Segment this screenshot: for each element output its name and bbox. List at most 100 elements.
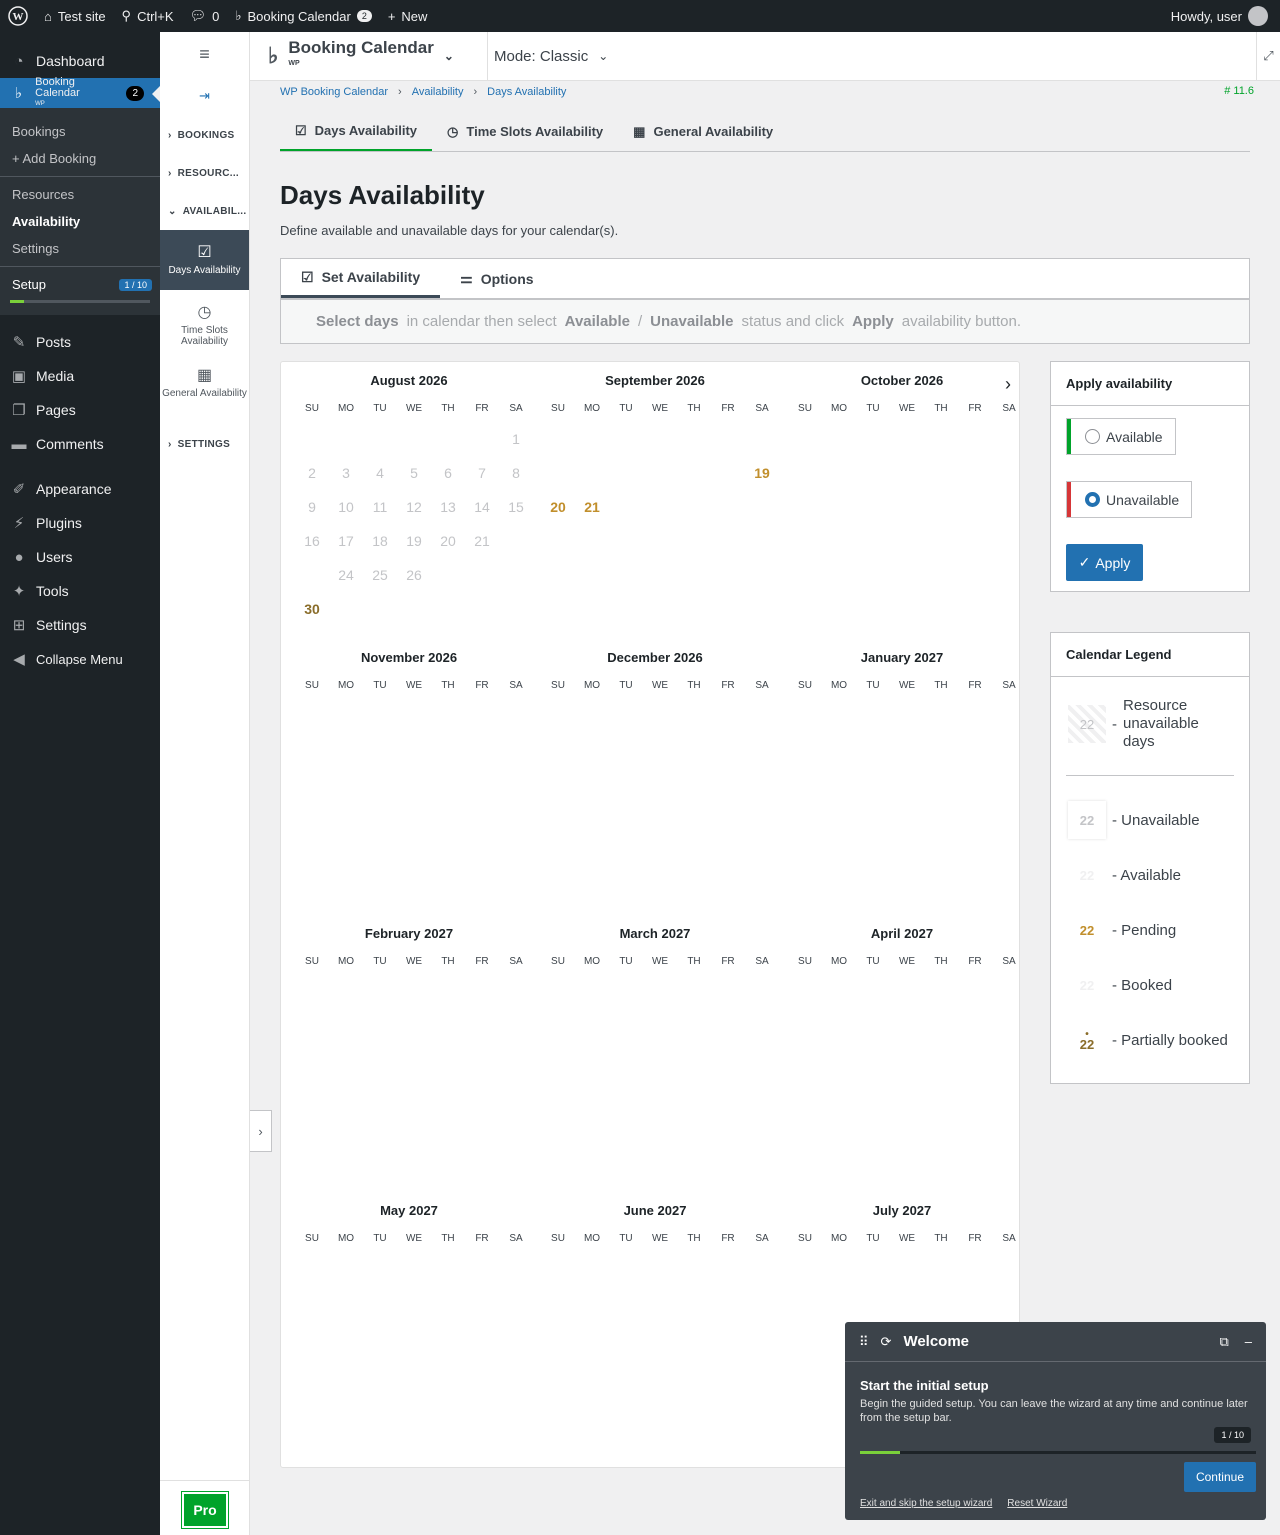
calendar-day[interactable]: 1 bbox=[499, 422, 533, 456]
menu-pages[interactable]: ❐ Pages bbox=[0, 393, 160, 427]
breadcrumb: WP Booking Calendar › Availability › Day… bbox=[280, 81, 1250, 103]
nav-section-settings[interactable]: › SETTINGS bbox=[160, 425, 249, 463]
nav-general-availability[interactable]: ▦ General Availability bbox=[160, 355, 249, 407]
calendar-day[interactable]: 11 bbox=[363, 490, 397, 524]
menu-dashboard[interactable]: ◔ Dashboard bbox=[0, 44, 160, 78]
collapse-menu-button[interactable]: ◀ Collapse Menu bbox=[0, 642, 160, 676]
search-link[interactable]: ⚲ Ctrl+K bbox=[114, 0, 182, 32]
menu-plugins[interactable]: ⚡︎ Plugins bbox=[0, 506, 160, 540]
calendar-day[interactable]: 25 bbox=[363, 558, 397, 592]
calendar-day[interactable]: 19 bbox=[745, 456, 779, 490]
tab-days-availability[interactable]: ☑ Days Availability bbox=[280, 112, 433, 151]
calendar-day[interactable]: 20 bbox=[541, 490, 575, 524]
divider bbox=[1066, 775, 1234, 776]
calendar-day[interactable]: 17 bbox=[329, 524, 363, 558]
legend-available: 22- Available bbox=[1079, 866, 1181, 884]
calendar-day[interactable]: 19 bbox=[397, 524, 431, 558]
submenu-settings[interactable]: Settings bbox=[0, 235, 160, 262]
menu-appearance[interactable]: ✐ Appearance bbox=[0, 472, 160, 506]
calendar-day[interactable]: 7 bbox=[465, 456, 499, 490]
tab-set-availability[interactable]: ☑ Set Availability bbox=[281, 259, 441, 298]
menu-settings[interactable]: ⊞ Settings bbox=[0, 608, 160, 642]
calendar-day[interactable]: 15 bbox=[499, 490, 533, 524]
menu-comments[interactable]: ▬ Comments bbox=[0, 427, 160, 461]
wordpress-logo-icon[interactable]: W bbox=[0, 0, 36, 32]
calendar-month: October 2026 SU MO TU WE TH FR SA bbox=[784, 362, 1020, 422]
calendar-day[interactable]: 10 bbox=[329, 490, 363, 524]
nav-time-slots-availability[interactable]: ◷ Time Slots Availability bbox=[160, 290, 249, 355]
calendar-day[interactable]: 21 bbox=[465, 524, 499, 558]
pro-button[interactable]: Pro bbox=[181, 1491, 229, 1529]
submenu-availability[interactable]: Availability bbox=[0, 208, 160, 235]
calendar-day[interactable]: 5 bbox=[397, 456, 431, 490]
menu-users[interactable]: ● Users bbox=[0, 540, 160, 574]
site-name-link[interactable]: ⌂ Test site bbox=[36, 0, 114, 32]
calendar-day[interactable]: 24 bbox=[329, 558, 363, 592]
exit-wizard-link[interactable]: Exit and skip the setup wizard bbox=[860, 1498, 992, 1509]
calendar-day[interactable]: 4 bbox=[363, 456, 397, 490]
reset-wizard-link[interactable]: Reset Wizard bbox=[1007, 1498, 1067, 1509]
apply-button[interactable]: ✓ Apply bbox=[1066, 544, 1143, 581]
weekday-label: WE bbox=[898, 956, 916, 967]
hamburger-icon[interactable]: ≡ bbox=[160, 32, 249, 76]
calendar-day[interactable]: 21 bbox=[575, 490, 609, 524]
weekday-label: MO bbox=[337, 680, 355, 691]
calendar-day[interactable]: 12 bbox=[397, 490, 431, 524]
calendar-day[interactable]: 2 bbox=[295, 456, 329, 490]
calendar-day[interactable]: 18 bbox=[363, 524, 397, 558]
calendar-day[interactable]: 20 bbox=[431, 524, 465, 558]
calendar-day[interactable]: 6 bbox=[431, 456, 465, 490]
tab-time-slots-availability[interactable]: ◷ Time Slots Availability bbox=[432, 112, 618, 151]
calendar-day[interactable]: 26 bbox=[397, 558, 431, 592]
menu-tools[interactable]: ✦ Tools bbox=[0, 574, 160, 608]
divider bbox=[0, 176, 160, 177]
weekday-label: SA bbox=[509, 956, 523, 967]
weekday-label: FR bbox=[721, 956, 735, 967]
available-radio[interactable]: Available bbox=[1066, 418, 1176, 455]
dock-icon[interactable]: ⧉ bbox=[1219, 1334, 1228, 1350]
weekday-label: SA bbox=[509, 680, 523, 691]
minimize-icon[interactable]: – bbox=[1245, 1334, 1252, 1350]
calendar-day[interactable]: 9 bbox=[295, 490, 329, 524]
account-menu[interactable]: Howdy, user bbox=[1171, 6, 1280, 26]
calendar-day[interactable]: 16 bbox=[295, 524, 329, 558]
submenu-resources[interactable]: Resources bbox=[0, 181, 160, 208]
breadcrumb-link[interactable]: WP Booking Calendar bbox=[280, 86, 388, 98]
calendar-day[interactable]: 8 bbox=[499, 456, 533, 490]
calendar-day bbox=[465, 558, 499, 592]
calendar-day[interactable]: 13 bbox=[431, 490, 465, 524]
calendar-day[interactable]: 30 bbox=[295, 592, 329, 626]
expand-panel-button[interactable]: › bbox=[250, 1110, 272, 1152]
menu-booking-calendar[interactable]: ♭ Booking Calendar WP 2 bbox=[0, 76, 160, 108]
new-content-link[interactable]: + New bbox=[380, 0, 436, 32]
continue-button[interactable]: Continue bbox=[1183, 1462, 1256, 1492]
comments-link[interactable]: 💬︎ 0 bbox=[182, 0, 228, 32]
drag-handle-icon[interactable]: ⠿ bbox=[859, 1334, 869, 1350]
calendar-day bbox=[329, 422, 363, 456]
unavailable-radio[interactable]: Unavailable bbox=[1066, 481, 1193, 518]
menu-posts[interactable]: ✎ Posts bbox=[0, 325, 160, 359]
nav-section-resources[interactable]: › RESOURC... bbox=[160, 154, 249, 192]
avatar bbox=[1248, 6, 1268, 26]
nav-section-bookings[interactable]: › BOOKINGS bbox=[160, 116, 249, 154]
fullscreen-icon[interactable]: ⤢ bbox=[1256, 31, 1280, 81]
submenu-bookings[interactable]: Bookings bbox=[0, 118, 160, 145]
dashboard-icon: ◔ bbox=[14, 52, 24, 70]
nav-days-availability[interactable]: ☑ Days Availability bbox=[160, 230, 249, 290]
nav-section-availability[interactable]: ⌄ AVAILABIL... bbox=[160, 192, 249, 230]
menu-media[interactable]: ▣ Media bbox=[0, 359, 160, 393]
calendar-day[interactable]: 14 bbox=[465, 490, 499, 524]
tab-general-availability[interactable]: ▦ General Availability bbox=[618, 112, 788, 151]
exit-icon[interactable]: ⇥ bbox=[160, 76, 249, 116]
submenu-add-booking[interactable]: + Add Booking bbox=[0, 145, 160, 172]
submenu-setup[interactable]: Setup 1 / 10 bbox=[0, 271, 160, 298]
weekday-label: SA bbox=[1002, 1233, 1016, 1244]
divider bbox=[160, 1480, 250, 1481]
calendar-legend-panel: Calendar Legend 22 - Resource unavailabl… bbox=[1050, 632, 1250, 1084]
tab-options[interactable]: ⚌ Options bbox=[440, 259, 553, 298]
brand-selector[interactable]: ♭ Booking Calendar WP ⌄ bbox=[250, 31, 488, 81]
booking-calendar-link[interactable]: ♭ Booking Calendar 2 bbox=[227, 0, 380, 32]
mode-selector[interactable]: Mode: Classic ⌄ bbox=[488, 48, 608, 65]
calendar-day[interactable]: 3 bbox=[329, 456, 363, 490]
breadcrumb-link[interactable]: Availability bbox=[412, 86, 464, 98]
